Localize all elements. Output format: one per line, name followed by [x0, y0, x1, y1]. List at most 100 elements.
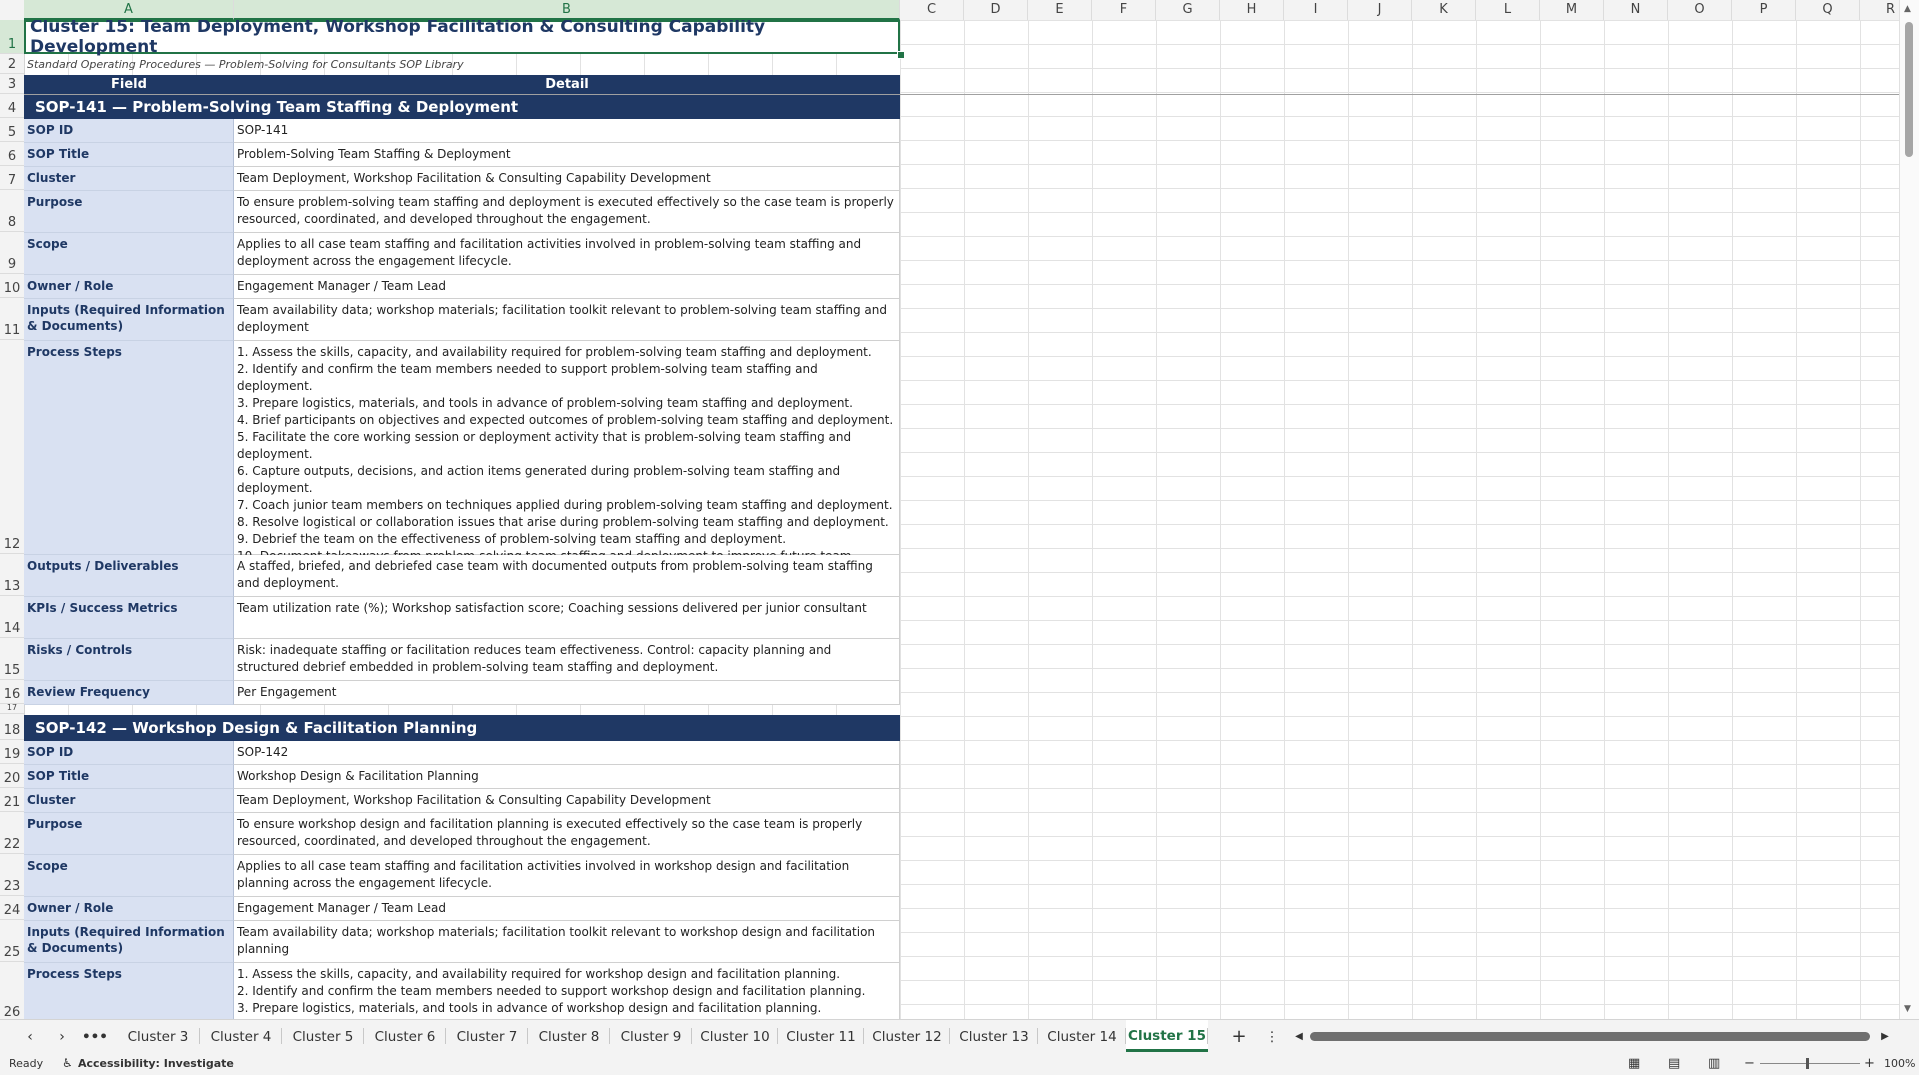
zoom-in-icon[interactable]: + — [1864, 1052, 1875, 1075]
field-cell[interactable]: Risks / Controls — [24, 639, 234, 681]
vertical-scrollbar[interactable]: ▲ ▼ — [1899, 0, 1919, 1019]
sheet-tab[interactable]: Cluster 10 — [692, 1020, 778, 1052]
row-number[interactable]: 20 — [0, 764, 24, 788]
detail-cell[interactable]: Per Engagement — [234, 681, 900, 705]
row-number[interactable]: 14 — [0, 596, 24, 638]
row-number[interactable]: 22 — [0, 812, 24, 854]
column-header-n[interactable]: N — [1604, 0, 1668, 20]
sheet-title-cell[interactable]: Cluster 15: Team Deployment, Workshop Fa… — [24, 20, 900, 57]
detail-cell[interactable]: To ensure problem-solving team staffing … — [234, 191, 900, 233]
column-header-g[interactable]: G — [1156, 0, 1220, 20]
zoom-slider[interactable] — [1760, 1063, 1860, 1064]
detail-cell[interactable]: Workshop Design & Facilitation Planning — [234, 765, 900, 789]
accessibility-icon[interactable]: ♿ — [62, 1052, 73, 1075]
row-number[interactable]: 3 — [0, 74, 24, 94]
field-cell[interactable]: Scope — [24, 855, 234, 897]
field-cell[interactable]: SOP ID — [24, 741, 234, 765]
row-number[interactable]: 1 — [0, 20, 24, 54]
detail-cell[interactable]: 1. Assess the skills, capacity, and avai… — [234, 341, 900, 580]
normal-view-icon[interactable]: ▦ — [1628, 1052, 1640, 1075]
hscroll-right-icon[interactable]: ▶ — [1878, 1020, 1892, 1052]
detail-cell[interactable]: To ensure workshop design and facilitati… — [234, 813, 900, 855]
field-cell[interactable]: Process Steps — [24, 341, 234, 555]
sheet-tab[interactable]: Cluster 7 — [446, 1020, 528, 1052]
row-number[interactable]: 17 — [0, 703, 24, 714]
detail-cell[interactable]: 1. Assess the skills, capacity, and avai… — [234, 963, 900, 1019]
sheet-tab[interactable]: Cluster 12 — [864, 1020, 950, 1052]
detail-cell[interactable]: Team availability data; workshop materia… — [234, 921, 900, 963]
sop-section-heading[interactable]: SOP-142 — Workshop Design & Facilitation… — [24, 715, 900, 741]
sheet-subtitle[interactable]: Standard Operating Procedures — Problem-… — [24, 55, 900, 74]
detail-cell[interactable]: Applies to all case team staffing and fa… — [234, 855, 900, 897]
column-header-h[interactable]: H — [1220, 0, 1284, 20]
row-number[interactable]: 10 — [0, 274, 24, 298]
field-cell[interactable]: Inputs (Required Information & Documents… — [24, 921, 234, 963]
row-number[interactable]: 11 — [0, 298, 24, 340]
field-cell[interactable]: SOP ID — [24, 119, 234, 143]
zoom-out-icon[interactable]: − — [1744, 1052, 1755, 1075]
field-cell[interactable]: SOP Title — [24, 143, 234, 167]
sheet-tab[interactable]: Cluster 13 — [950, 1020, 1038, 1052]
detail-cell[interactable]: Team Deployment, Workshop Facilitation &… — [234, 167, 900, 191]
field-cell[interactable]: Cluster — [24, 789, 234, 813]
select-all-corner[interactable] — [0, 0, 25, 20]
row-number[interactable]: 18 — [0, 714, 24, 740]
field-cell[interactable]: KPIs / Success Metrics — [24, 597, 234, 639]
detail-cell[interactable]: SOP-141 — [234, 119, 900, 143]
row-number[interactable]: 7 — [0, 166, 24, 190]
row-number[interactable]: 16 — [0, 680, 24, 704]
column-header-l[interactable]: L — [1476, 0, 1540, 20]
field-cell[interactable]: Scope — [24, 233, 234, 275]
detail-cell[interactable]: Team Deployment, Workshop Facilitation &… — [234, 789, 900, 813]
sheet-tab[interactable]: Cluster 5 — [282, 1020, 364, 1052]
sheet-tab[interactable]: Cluster 4 — [200, 1020, 282, 1052]
field-cell[interactable]: Outputs / Deliverables — [24, 555, 234, 597]
column-header-j[interactable]: J — [1348, 0, 1412, 20]
sheet-tab[interactable]: Cluster 14 — [1038, 1020, 1126, 1052]
row-number[interactable]: 19 — [0, 740, 24, 764]
sheet-tab[interactable]: Cluster 8 — [528, 1020, 610, 1052]
field-cell[interactable]: Owner / Role — [24, 897, 234, 921]
zoom-level[interactable]: 100% — [1884, 1052, 1915, 1075]
column-header-r[interactable]: R — [1860, 0, 1900, 20]
next-sheet-icon[interactable]: › — [50, 1020, 74, 1052]
column-header-c[interactable]: C — [900, 0, 964, 20]
row-number[interactable]: 6 — [0, 142, 24, 166]
detail-cell[interactable]: Team availability data; workshop materia… — [234, 299, 900, 341]
column-header-p[interactable]: P — [1732, 0, 1796, 20]
zoom-slider-thumb[interactable] — [1806, 1058, 1809, 1069]
add-sheet-icon[interactable]: + — [1226, 1020, 1252, 1052]
row-number[interactable]: 26 — [0, 962, 24, 1019]
sheet-tab[interactable]: Cluster 9 — [610, 1020, 692, 1052]
row-number[interactable]: 8 — [0, 190, 24, 232]
column-header-q[interactable]: Q — [1796, 0, 1860, 20]
detail-cell[interactable]: Risk: inadequate staffing or facilitatio… — [234, 639, 900, 681]
sop-section-heading[interactable]: SOP-141 — Problem-Solving Team Staffing … — [24, 95, 900, 119]
sheet-tab[interactable]: Cluster 3 — [116, 1020, 200, 1052]
detail-cell[interactable]: Problem-Solving Team Staffing & Deployme… — [234, 143, 900, 167]
accessibility-status[interactable]: Accessibility: Investigate — [78, 1052, 234, 1075]
column-header-a[interactable]: A — [24, 0, 234, 20]
column-header-e[interactable]: E — [1028, 0, 1092, 20]
page-layout-view-icon[interactable]: ▤ — [1668, 1052, 1680, 1075]
worksheet-grid[interactable]: Cluster 15: Team Deployment, Workshop Fa… — [24, 20, 1900, 1019]
field-cell[interactable]: Owner / Role — [24, 275, 234, 299]
row-number[interactable]: 23 — [0, 854, 24, 896]
sheet-tab[interactable]: Cluster 15 — [1126, 1020, 1208, 1052]
field-cell[interactable]: Purpose — [24, 813, 234, 855]
column-header-m[interactable]: M — [1540, 0, 1604, 20]
prev-sheet-icon[interactable]: ‹ — [18, 1020, 42, 1052]
field-cell[interactable]: Inputs (Required Information & Documents… — [24, 299, 234, 341]
row-number[interactable]: 5 — [0, 118, 24, 142]
detail-cell[interactable]: A staffed, briefed, and debriefed case t… — [234, 555, 900, 597]
field-cell[interactable]: Purpose — [24, 191, 234, 233]
column-header-i[interactable]: I — [1284, 0, 1348, 20]
more-sheets-icon[interactable]: ••• — [80, 1020, 110, 1052]
scroll-down-arrow-icon[interactable]: ▼ — [1904, 1004, 1911, 1014]
detail-cell[interactable]: Engagement Manager / Team Lead — [234, 897, 900, 921]
vertical-scroll-thumb[interactable] — [1905, 22, 1913, 157]
detail-cell[interactable]: Team utilization rate (%); Workshop sati… — [234, 597, 900, 639]
row-number[interactable]: 12 — [0, 340, 24, 554]
table-header-row[interactable]: Field Detail — [24, 75, 900, 94]
column-header-o[interactable]: O — [1668, 0, 1732, 20]
